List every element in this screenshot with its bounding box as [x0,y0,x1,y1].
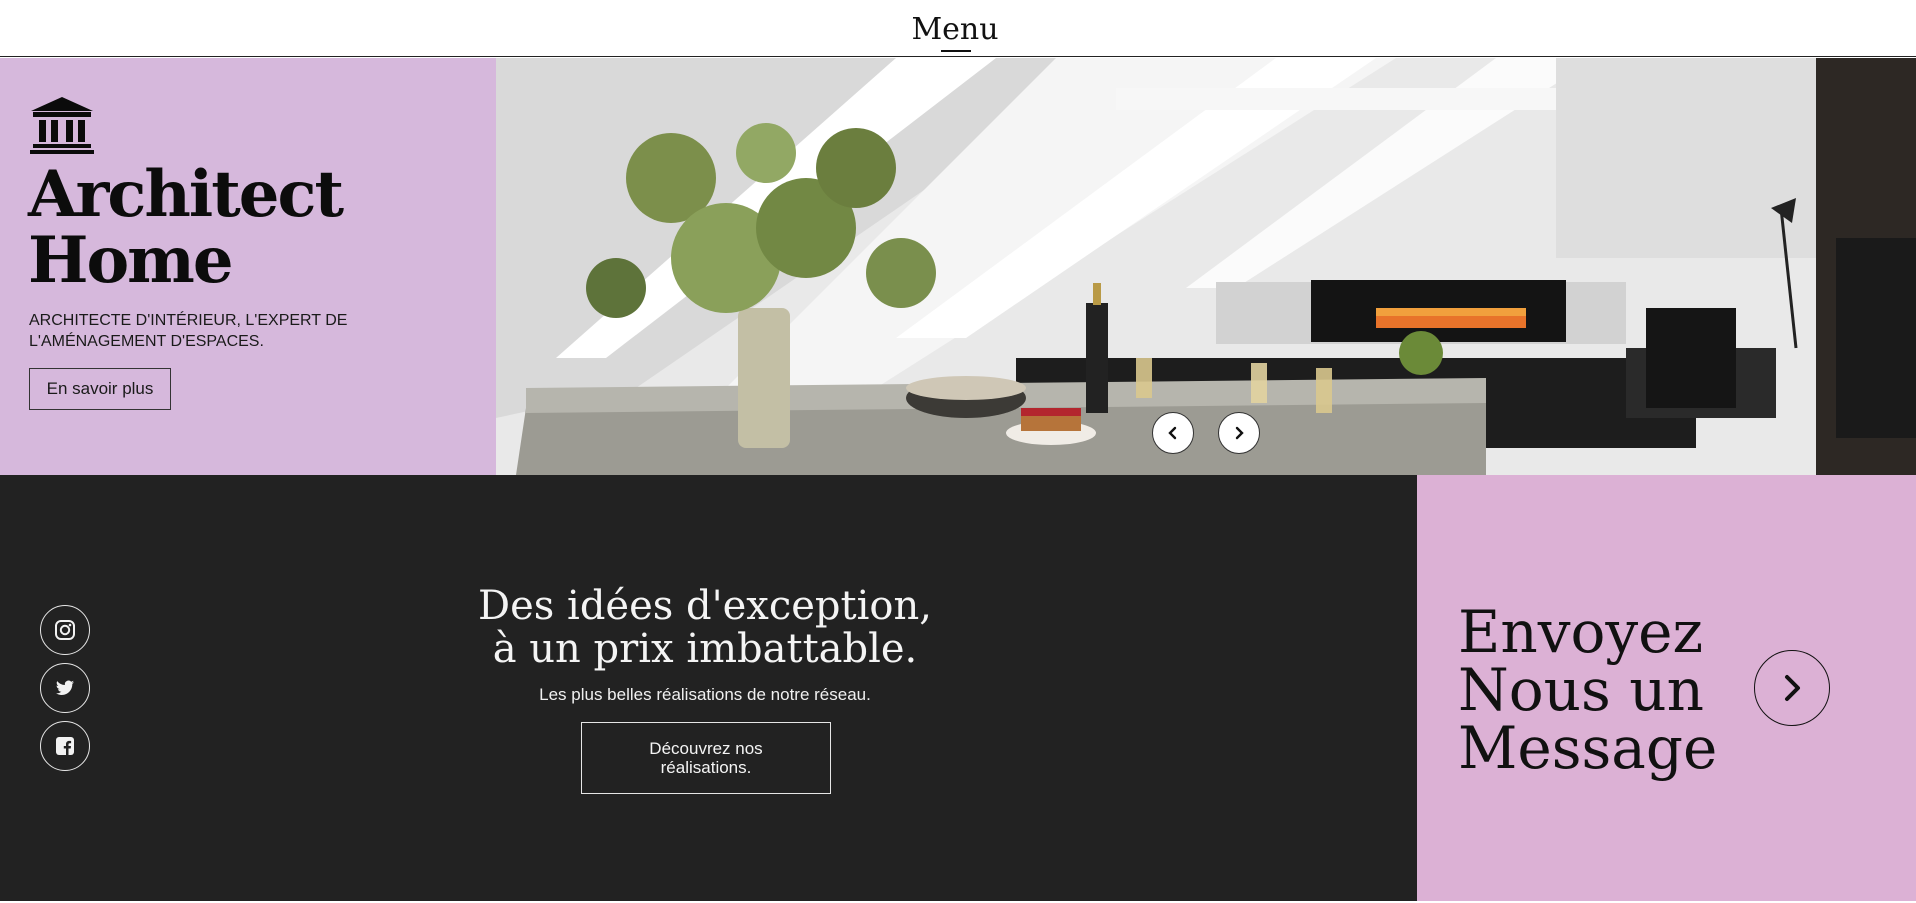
menu-link[interactable]: Menu [880,10,1030,50]
hero-title-line: Home [28,223,234,298]
send-message-button[interactable] [1754,650,1830,726]
chevron-left-icon [1168,426,1177,440]
hero-title-line: Architect [28,157,344,232]
promo-title-line: à un prix imbattable. [492,626,918,672]
promo-title-line: Des idées d'exception, [478,583,932,629]
twitter-link[interactable] [40,663,90,713]
contact-panel: Envoyez Nous un Message [1416,475,1916,903]
hero-carousel-image [496,58,1916,475]
discover-projects-label: Découvrez nos réalisations. [649,739,763,777]
carousel-next-button[interactable] [1218,412,1260,454]
contact-title-line: Envoyez [1458,598,1704,666]
hero-intro-panel: Architect Home ARCHITECTE D'INTÉRIEUR, L… [0,58,496,475]
learn-more-button[interactable]: En savoir plus [29,368,171,410]
discover-projects-button[interactable]: Découvrez nos réalisations. [581,722,831,794]
top-navigation-bar: Menu [0,0,1916,57]
classical-building-icon [30,97,94,154]
hero-title: Architect Home [28,162,468,294]
facebook-link[interactable] [40,721,90,771]
contact-title-line: Message [1458,714,1718,782]
carousel-prev-button[interactable] [1152,412,1194,454]
living-room-photo [496,58,1916,475]
hero-subtitle-line: L'AMÉNAGEMENT D'ESPACES. [29,333,264,350]
hero-subtitle: ARCHITECTE D'INTÉRIEUR, L'EXPERT DE L'AM… [29,310,389,352]
chevron-right-icon [1785,675,1800,701]
facebook-icon [56,737,74,755]
instagram-link[interactable] [40,605,90,655]
promo-subtitle: Les plus belles réalisations de notre ré… [539,685,871,704]
contact-title: Envoyez Nous un Message [1458,603,1758,777]
menu-underline [941,50,971,52]
twitter-icon [56,680,74,695]
instagram-icon [55,620,75,640]
chevron-right-icon [1235,426,1244,440]
promo-title: Des idées d'exception, à un prix imbatta… [430,585,980,671]
contact-title-line: Nous un [1458,656,1704,724]
hero-subtitle-line: ARCHITECTE D'INTÉRIEUR, L'EXPERT DE [29,312,348,329]
promo-section: Des idées d'exception, à un prix imbatta… [0,475,1416,903]
